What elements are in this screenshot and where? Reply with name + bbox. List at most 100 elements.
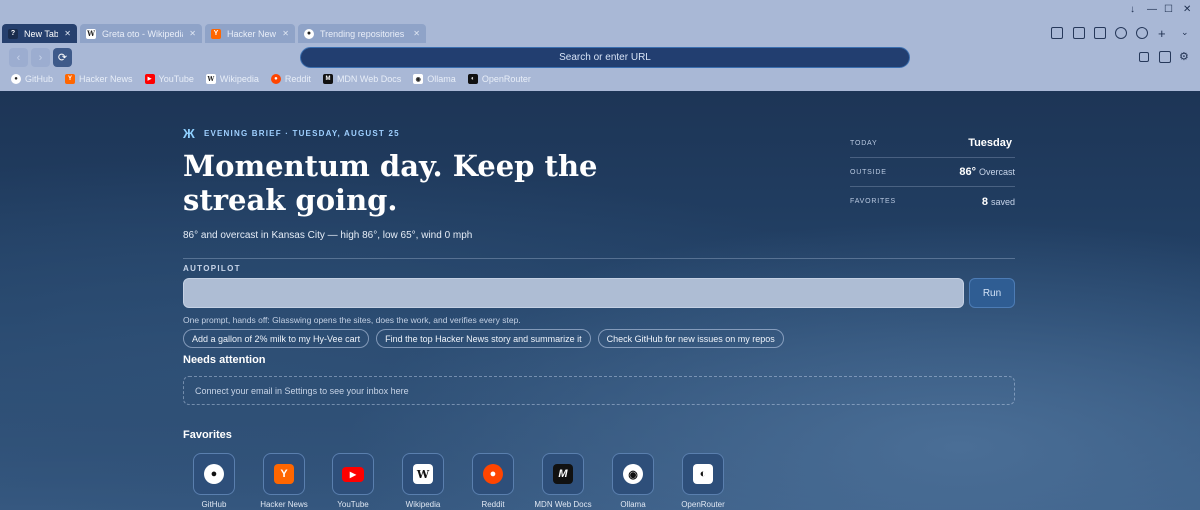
- tab-github-trending[interactable]: ● Trending repositories ... ✕: [298, 24, 426, 43]
- stat-today: TODAY Tuesday: [850, 129, 1015, 158]
- stat-favorites: FAVORITES 8 saved: [850, 187, 1015, 216]
- favorite-icon-box: Y: [263, 453, 305, 495]
- new-tab-page: Ж EVENING BRIEF · TUESDAY, AUGUST 25 Mom…: [0, 91, 1200, 510]
- close-tab-icon[interactable]: ✕: [413, 29, 420, 38]
- shield-icon[interactable]: [1139, 52, 1149, 62]
- browser-chrome: ↓ — ☐ ✕ ? New Tab ✕ W Greta oto - Wikipe…: [0, 0, 1200, 91]
- bookmark-ollama[interactable]: ◉ Ollama: [413, 74, 456, 84]
- favorite-openrouter[interactable]: ◐ OpenRouter: [673, 453, 733, 509]
- bookmark-label: Ollama: [427, 74, 456, 84]
- hackernews-icon: Y: [274, 464, 294, 484]
- new-tab-icon[interactable]: +: [1158, 26, 1166, 41]
- suggestion-chip[interactable]: Add a gallon of 2% milk to my Hy-Vee car…: [183, 329, 370, 348]
- gear-icon[interactable]: ⚙: [1179, 50, 1189, 63]
- openrouter-icon: ◐: [467, 74, 478, 84]
- run-button[interactable]: Run: [969, 278, 1015, 308]
- bookmark-youtube[interactable]: ▶ YouTube: [144, 74, 194, 84]
- back-button[interactable]: ‹: [9, 48, 28, 67]
- bookmark-wikipedia[interactable]: W Wikipedia: [205, 74, 259, 84]
- extensions-icon[interactable]: [1136, 27, 1148, 39]
- question-icon: ?: [8, 28, 18, 39]
- brief-date: EVENING BRIEF · TUESDAY, AUGUST 25: [203, 129, 400, 138]
- needs-attention-title: Needs attention: [183, 354, 266, 366]
- close-tab-icon[interactable]: ✕: [64, 29, 71, 38]
- close-tab-icon[interactable]: ✕: [282, 29, 289, 38]
- bookmark-hacker-news[interactable]: Y Hacker News: [65, 74, 133, 84]
- favorite-ollama[interactable]: ◉ Ollama: [603, 453, 663, 509]
- bank-icon[interactable]: [1051, 27, 1063, 39]
- github-icon: ●: [304, 28, 314, 39]
- favorite-reddit[interactable]: ● Reddit: [463, 453, 523, 509]
- page-headline: Momentum day. Keep the streak going.: [183, 149, 598, 217]
- chat-icon[interactable]: [1073, 27, 1085, 39]
- favorite-mdn[interactable]: M MDN Web Docs: [533, 453, 593, 509]
- bookmarks-bar: ● GitHub Y Hacker News ▶ YouTube W Wikip…: [0, 71, 1200, 87]
- reddit-icon: ●: [270, 74, 281, 84]
- bookmark-mdn[interactable]: M MDN Web Docs: [322, 74, 401, 84]
- favorite-icon-box: ◉: [612, 453, 654, 495]
- favorite-youtube[interactable]: ▶ YouTube: [323, 453, 383, 509]
- openrouter-icon: ◐: [693, 464, 713, 484]
- stat-detail: saved: [990, 196, 1015, 207]
- bookmark-openrouter[interactable]: ◐ OpenRouter: [467, 74, 531, 84]
- hackernews-icon: Y: [211, 28, 221, 39]
- favorite-wikipedia[interactable]: W Wikipedia: [393, 453, 453, 509]
- bookmark-github[interactable]: ● GitHub: [11, 74, 53, 84]
- favorite-github[interactable]: ● GitHub: [184, 453, 244, 509]
- favorite-label: OpenRouter: [681, 500, 725, 509]
- chevron-down-icon[interactable]: ⌄: [1181, 27, 1189, 38]
- favorite-label: MDN Web Docs: [534, 500, 592, 509]
- favorite-hacker-news[interactable]: Y Hacker News: [254, 453, 314, 509]
- favorite-label: YouTube: [337, 500, 369, 509]
- github-icon: ●: [11, 74, 21, 84]
- layers-icon[interactable]: [1115, 27, 1127, 39]
- mdn-icon: M: [322, 74, 333, 84]
- autopilot-prompt-input[interactable]: [183, 278, 964, 308]
- hackernews-icon: Y: [65, 74, 76, 84]
- bookmark-label: Reddit: [284, 74, 311, 84]
- tab-label: Trending repositories ...: [320, 28, 408, 39]
- inbox-placeholder[interactable]: Connect your email in Settings to see yo…: [183, 376, 1015, 405]
- tab-hacker-news[interactable]: Y Hacker News ✕: [205, 24, 295, 43]
- evening-brief-label: Ж EVENING BRIEF · TUESDAY, AUGUST 25: [183, 126, 400, 141]
- ollama-icon: ◉: [623, 464, 643, 484]
- favorite-icon-box: M: [542, 453, 584, 495]
- favorite-label: Ollama: [620, 500, 646, 509]
- stat-value: 8: [981, 195, 988, 208]
- favorite-label: GitHub: [201, 500, 227, 509]
- minimize-icon[interactable]: —: [1147, 4, 1157, 15]
- youtube-icon: ▶: [144, 74, 155, 84]
- weather-summary: 86° and overcast in Kansas City — high 8…: [183, 230, 473, 241]
- reload-button[interactable]: ⟳: [53, 48, 72, 67]
- butterfly-icon: Ж: [183, 126, 196, 141]
- bookmark-reddit[interactable]: ● Reddit: [270, 74, 311, 84]
- suggestion-chip[interactable]: Check GitHub for new issues on my repos: [597, 329, 784, 348]
- stat-detail: Overcast: [978, 167, 1015, 177]
- maximize-icon[interactable]: ☐: [1164, 4, 1173, 15]
- bookmark-label: YouTube: [158, 74, 194, 84]
- tab-new-tab[interactable]: ? New Tab ✕: [2, 24, 77, 43]
- stat-label: FAVORITES: [850, 198, 896, 205]
- tab-wikipedia[interactable]: W Greta oto - Wikipedia ✕: [80, 24, 202, 43]
- url-bar[interactable]: Search or enter URL: [300, 47, 910, 68]
- mdn-icon: M: [553, 464, 573, 484]
- wikipedia-icon: W: [86, 28, 96, 39]
- favorite-icon-box: ●: [472, 453, 514, 495]
- tab-strip: ? New Tab ✕ W Greta oto - Wikipedia ✕ Y …: [0, 24, 1200, 44]
- bookmark-label: OpenRouter: [481, 74, 531, 84]
- stat-value: Tuesday: [968, 137, 1012, 149]
- stat-label: OUTSIDE: [850, 168, 887, 176]
- forward-button[interactable]: ›: [31, 48, 50, 67]
- suggestion-chips: Add a gallon of 2% milk to my Hy-Vee car…: [183, 329, 791, 348]
- window-icon[interactable]: [1094, 27, 1106, 39]
- download-icon[interactable]: ↓: [1130, 4, 1135, 15]
- ollama-icon: ◉: [413, 74, 424, 84]
- sidebar-icon[interactable]: [1159, 51, 1171, 63]
- suggestion-chip[interactable]: Find the top Hacker News story and summa…: [376, 329, 591, 348]
- github-icon: ●: [204, 464, 224, 484]
- close-window-icon[interactable]: ✕: [1183, 4, 1191, 15]
- wikipedia-icon: W: [413, 464, 433, 484]
- close-tab-icon[interactable]: ✕: [189, 29, 196, 38]
- divider: [183, 258, 1015, 259]
- bookmark-label: GitHub: [25, 74, 54, 84]
